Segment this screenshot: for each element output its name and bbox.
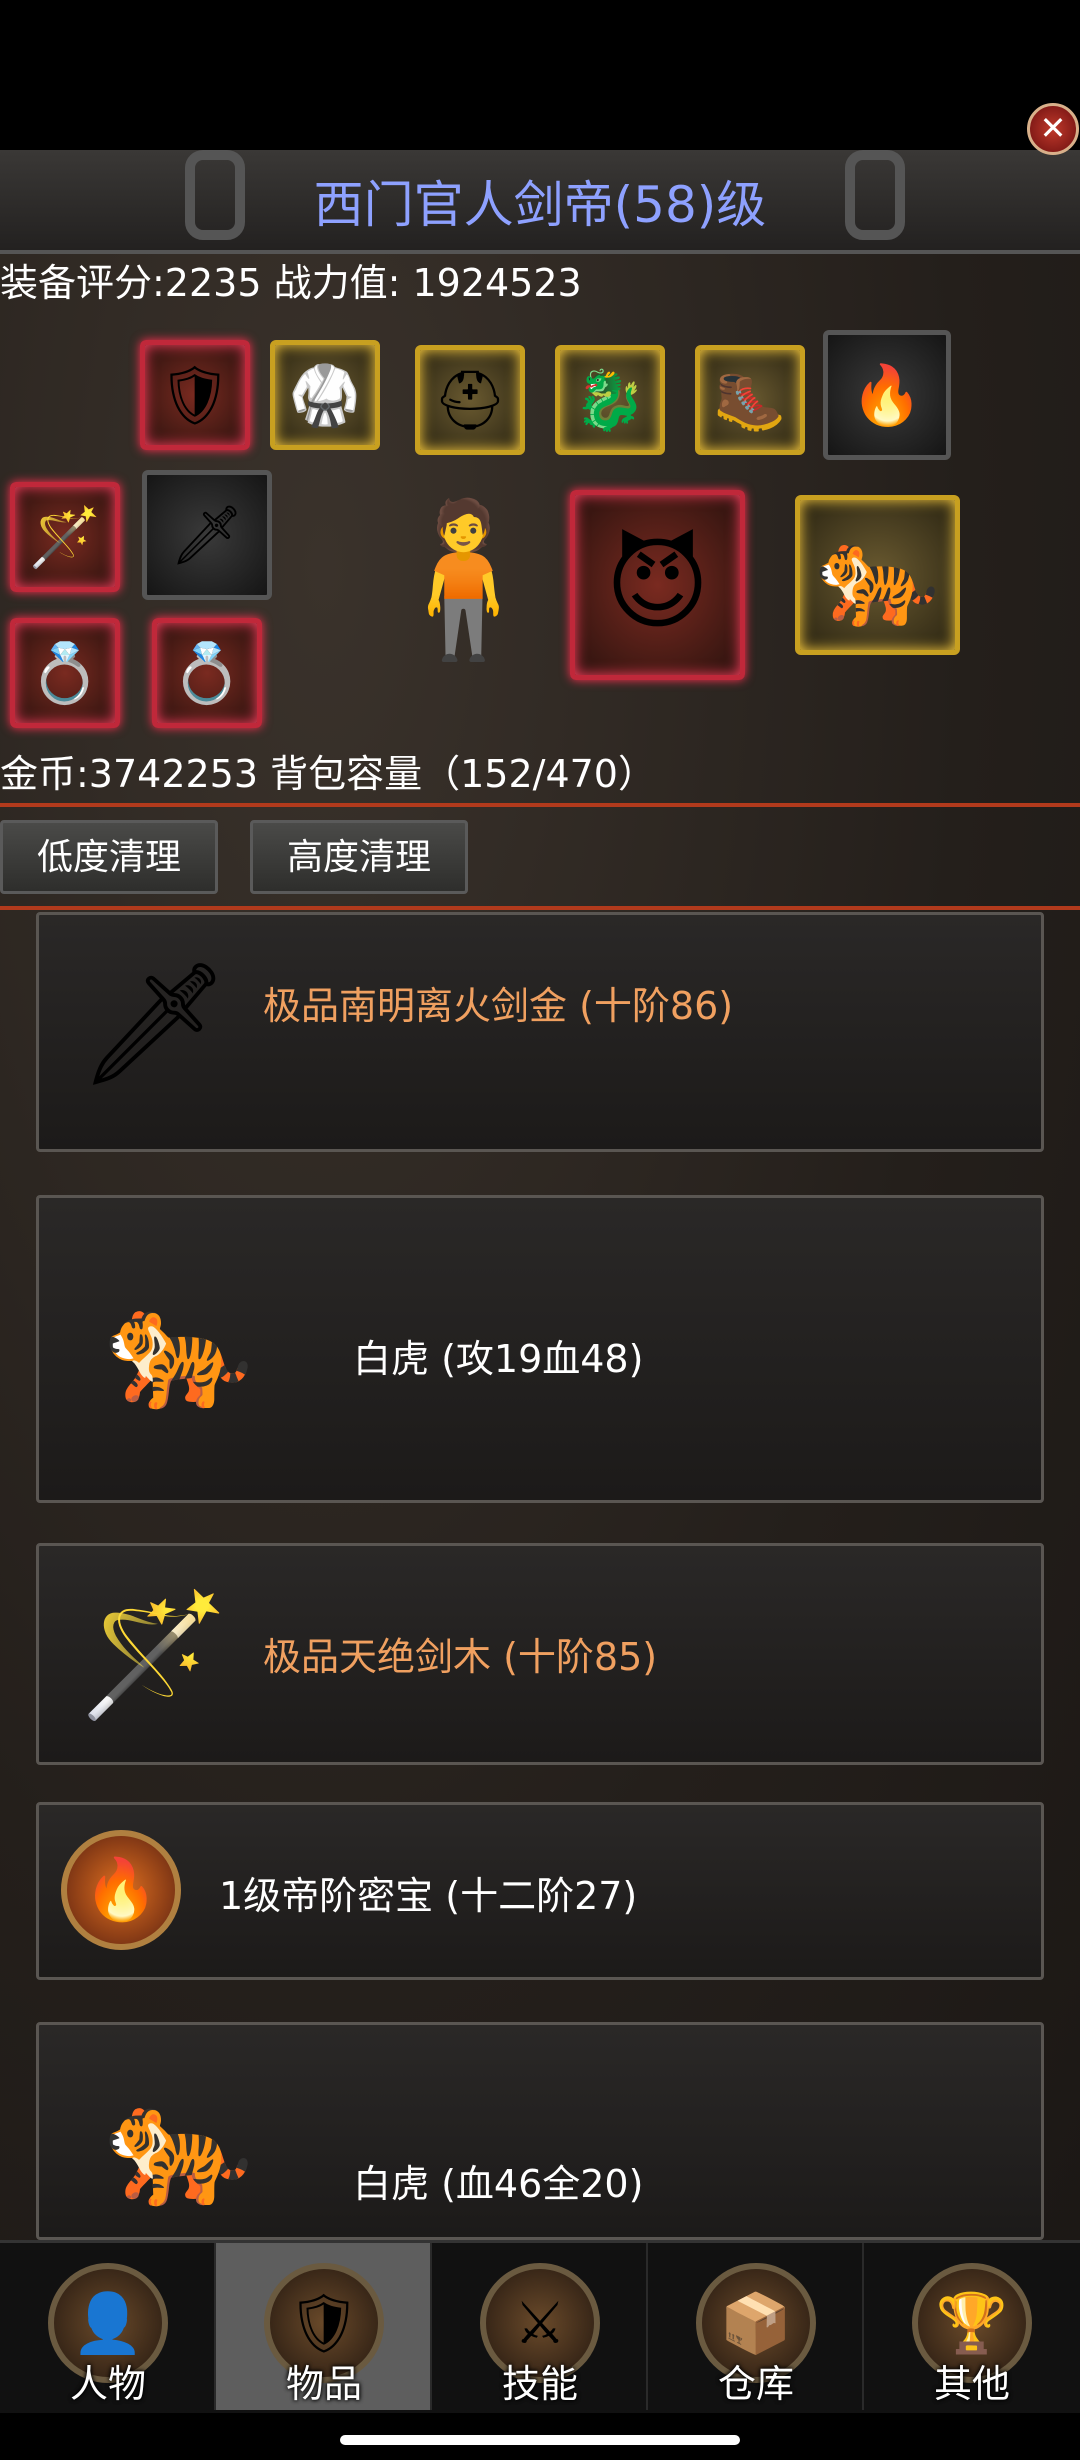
necklace-icon: ⛑ xyxy=(433,366,507,434)
character-figure: 🧍 xyxy=(370,480,557,680)
equip-slot-ring-right[interactable]: 💍 xyxy=(152,618,262,728)
equip-slot-boots[interactable]: 🥾 xyxy=(695,345,805,455)
tab-skills[interactable]: ⚔ 技能 xyxy=(432,2243,648,2410)
treasure-icon: 🔥 xyxy=(850,361,924,429)
tiger-icon: 🐅 xyxy=(815,516,940,633)
divider xyxy=(0,906,1080,910)
equip-slot-spirit[interactable]: 😈 xyxy=(570,490,745,680)
dragon-icon: 🐉 xyxy=(573,366,647,434)
item-name: 极品天绝剑木 (十阶85) xyxy=(263,1635,658,1679)
list-item[interactable]: 🪄 极品天绝剑木 (十阶85) xyxy=(36,1543,1044,1765)
equip-score-line: 装备评分:2235 战力值: 1924523 xyxy=(0,261,582,305)
equip-slot-weapon-staff[interactable]: 🪄 xyxy=(10,482,120,592)
sword-icon: 🗡 xyxy=(77,955,231,1094)
equip-slot-armor[interactable]: 🥋 xyxy=(270,340,380,450)
staff-icon: 🪄 xyxy=(28,503,102,571)
demon-icon: 😈 xyxy=(605,526,710,643)
equip-slot-wing[interactable]: 🐉 xyxy=(555,345,665,455)
ring-icon: 💍 xyxy=(28,639,102,707)
equip-slot-mount[interactable]: 🐅 xyxy=(795,495,960,655)
list-item[interactable]: 🐅 白虎 (攻19血48) xyxy=(36,1195,1044,1503)
divider xyxy=(0,803,1080,807)
treasure-icon: 🔥 xyxy=(61,1830,181,1950)
armor-icon: 🥋 xyxy=(288,361,362,429)
list-item[interactable]: 🗡 极品南明离火剑金 (十阶86) xyxy=(36,912,1044,1152)
item-name: 1级帝阶密宝 (十二阶27) xyxy=(219,1874,638,1918)
high-clean-button[interactable]: 高度清理 xyxy=(250,820,468,894)
sword-icon: 🗡 xyxy=(170,501,244,569)
gold-capacity-line: 金币:3742253 背包容量（152/470） xyxy=(0,752,656,796)
equip-slot-necklace[interactable]: ⛑ xyxy=(415,345,525,455)
item-name: 极品南明离火剑金 (十阶86) xyxy=(263,984,734,1028)
tiger-icon: 🐅 xyxy=(104,1278,254,1417)
tab-label: 仓库 xyxy=(717,2362,794,2406)
ring-icon: 💍 xyxy=(170,639,244,707)
item-name: 白虎 (血46全20) xyxy=(353,2162,644,2206)
equip-slot-helmet[interactable]: 🛡 xyxy=(140,340,250,450)
list-item[interactable]: 🐅 白虎 (血46全20) xyxy=(36,2022,1044,2240)
tiger-icon: 🐅 xyxy=(104,2075,254,2214)
equip-slot-ring-left[interactable]: 💍 xyxy=(10,618,120,728)
close-icon[interactable]: ✕ xyxy=(1027,103,1079,155)
helmet-icon: 🛡 xyxy=(158,361,232,429)
tab-label: 其他 xyxy=(933,2362,1010,2406)
home-indicator[interactable] xyxy=(340,2435,740,2445)
tab-label: 技能 xyxy=(501,2362,578,2406)
tab-warehouse[interactable]: 📦 仓库 xyxy=(648,2243,864,2410)
item-name: 白虎 (攻19血48) xyxy=(353,1337,644,1381)
staff-icon: 🪄 xyxy=(79,1586,229,1725)
equip-slot-weapon[interactable]: 🗡 xyxy=(142,470,272,600)
page-title: 西门官人剑帝(58)级 xyxy=(313,176,767,234)
list-item[interactable]: 🔥 1级帝阶密宝 (十二阶27) xyxy=(36,1802,1044,1980)
boots-icon: 🥾 xyxy=(713,366,787,434)
tab-label: 人物 xyxy=(69,2362,146,2406)
tab-label: 物品 xyxy=(285,2362,362,2406)
tab-character[interactable]: 👤 人物 xyxy=(0,2243,216,2410)
tab-items[interactable]: 🛡 物品 xyxy=(216,2243,432,2410)
low-clean-button[interactable]: 低度清理 xyxy=(0,820,218,894)
equip-slot-treasure[interactable]: 🔥 xyxy=(823,330,951,460)
tab-other[interactable]: 🏆 其他 xyxy=(864,2243,1080,2410)
